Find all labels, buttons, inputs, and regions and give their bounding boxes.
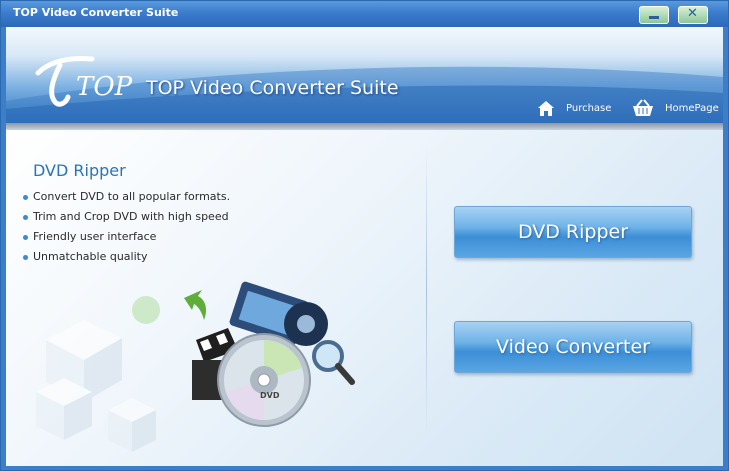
top-logo: TOP (35, 56, 133, 107)
feature-item: Trim and Crop DVD with high speed (23, 210, 230, 230)
header-separator (6, 123, 723, 130)
dvd-disc-icon: DVD (217, 333, 311, 427)
minimize-button[interactable] (639, 6, 669, 24)
window-title: TOP Video Converter Suite (13, 6, 179, 19)
basket-icon (633, 99, 653, 116)
feature-item: Friendly user interface (23, 230, 230, 250)
close-button[interactable]: ✕ (678, 6, 708, 24)
section-title: DVD Ripper (33, 161, 126, 180)
decorative-cubes-icon (36, 320, 156, 452)
refresh-sphere-icon (132, 296, 160, 324)
green-arrow-icon (184, 290, 206, 320)
feature-list: Convert DVD to all popular formats. Trim… (23, 190, 230, 270)
magnifier-icon (312, 340, 355, 385)
dvd-artwork: DVD (36, 281, 355, 452)
header-banner: TOP TOP Video Converter Suite Purchase H… (6, 27, 723, 123)
app-window: TOP Video Converter Suite ✕ TOP TOP Vide… (0, 0, 729, 471)
homepage-label: HomePage (665, 103, 719, 114)
dvd-ripper-button[interactable]: DVD Ripper (454, 206, 692, 258)
title-bar[interactable]: TOP Video Converter Suite ✕ (1, 1, 728, 27)
main-panel: DVD Ripper Convert DVD to all popular fo… (6, 130, 723, 466)
purchase-label: Purchase (566, 103, 612, 114)
video-converter-button[interactable]: Video Converter (454, 321, 692, 373)
feature-item: Unmatchable quality (23, 250, 230, 270)
minimize-icon (649, 16, 659, 19)
house-icon (538, 101, 554, 116)
panel-divider (426, 146, 427, 436)
video-converter-label: Video Converter (496, 336, 650, 358)
brand-title: TOP Video Converter Suite (146, 77, 399, 99)
dvd-ripper-label: DVD Ripper (517, 221, 629, 243)
close-icon: ✕ (687, 6, 698, 21)
svg-text:DVD: DVD (260, 391, 280, 400)
feature-item: Convert DVD to all popular formats. (23, 190, 230, 210)
svg-text:TOP: TOP (76, 72, 133, 102)
